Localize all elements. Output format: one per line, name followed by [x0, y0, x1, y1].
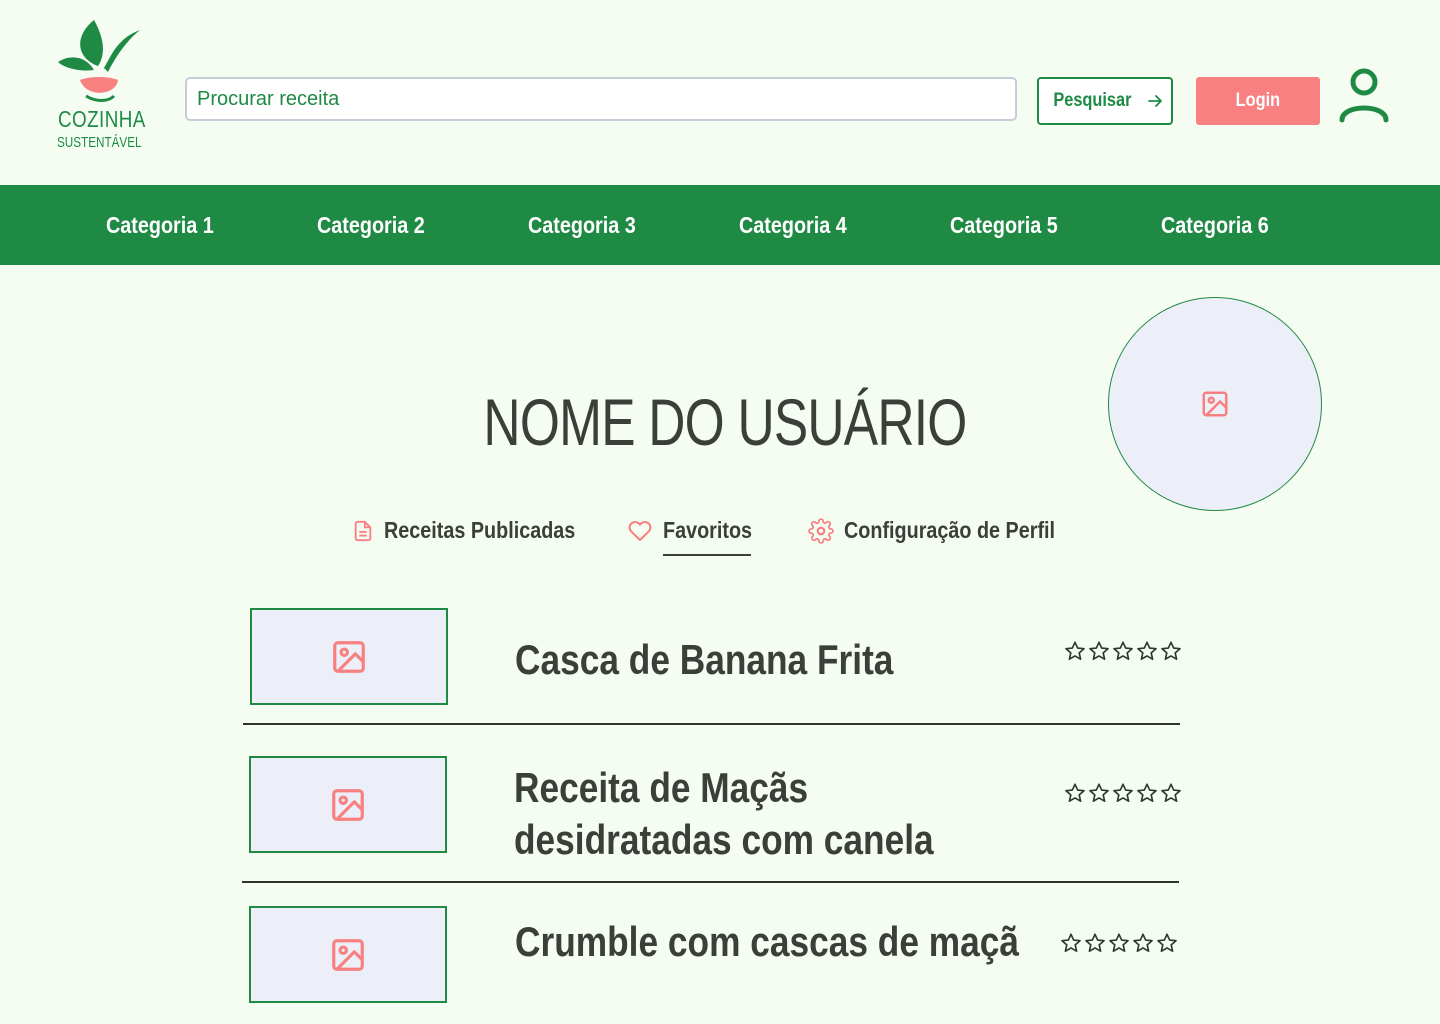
- active-tab-indicator: [663, 554, 751, 556]
- star-outline-icon[interactable]: [1160, 640, 1182, 662]
- tab-profile-settings-label: Configuração de Perfil: [844, 517, 1056, 543]
- recipe-title[interactable]: Receita de Maçãs desidratadas com canela: [514, 762, 951, 866]
- recipe-title[interactable]: Crumble com cascas de maçã: [515, 916, 1036, 968]
- recipe-title[interactable]: Casca de Banana Frita: [515, 634, 1036, 686]
- search-input[interactable]: [185, 77, 1017, 121]
- logo-text-line2: SUSTENTÁVEL: [57, 134, 142, 151]
- recipe-thumbnail[interactable]: [249, 906, 447, 1003]
- nav-category-3[interactable]: Categoria 3: [528, 185, 636, 265]
- image-placeholder-icon: [332, 938, 364, 971]
- star-outline-icon[interactable]: [1088, 640, 1110, 662]
- user-icon[interactable]: [1338, 66, 1390, 124]
- profile-avatar[interactable]: [1108, 297, 1322, 511]
- nav-category-5[interactable]: Categoria 5: [950, 185, 1058, 265]
- search-button-label: Pesquisar: [1052, 90, 1132, 111]
- star-outline-icon[interactable]: [1112, 640, 1134, 662]
- tab-favorites-label: Favoritos: [663, 517, 753, 543]
- star-rating[interactable]: [1060, 932, 1178, 954]
- star-outline-icon[interactable]: [1064, 640, 1086, 662]
- login-button-label: Login: [1235, 90, 1281, 111]
- login-button[interactable]: Login: [1196, 77, 1320, 125]
- nav-category-1[interactable]: Categoria 1: [106, 185, 214, 265]
- star-outline-icon[interactable]: [1088, 782, 1110, 804]
- tab-profile-settings[interactable]: Configuração de Perfil: [808, 517, 1089, 544]
- star-outline-icon[interactable]: [1156, 932, 1178, 954]
- star-outline-icon[interactable]: [1064, 782, 1086, 804]
- document-icon: [354, 520, 372, 541]
- nav-category-2[interactable]: Categoria 2: [317, 185, 425, 265]
- row-divider: [242, 881, 1179, 883]
- heart-icon: [628, 520, 652, 541]
- image-placeholder-icon: [1202, 391, 1228, 417]
- star-outline-icon[interactable]: [1136, 782, 1158, 804]
- star-outline-icon[interactable]: [1160, 782, 1182, 804]
- star-outline-icon[interactable]: [1112, 782, 1134, 804]
- category-nav: Categoria 1 Categoria 2 Categoria 3 Cate…: [0, 185, 1440, 265]
- star-outline-icon[interactable]: [1132, 932, 1154, 954]
- nav-category-4[interactable]: Categoria 4: [739, 185, 847, 265]
- star-rating[interactable]: [1064, 782, 1182, 804]
- recipe-thumbnail[interactable]: [249, 756, 447, 853]
- tab-favorites[interactable]: Favoritos: [627, 517, 767, 544]
- image-placeholder-icon: [332, 788, 364, 821]
- tab-published-recipes[interactable]: Receitas Publicadas: [352, 517, 606, 544]
- nav-category-6[interactable]: Categoria 6: [1161, 185, 1269, 265]
- star-outline-icon[interactable]: [1108, 932, 1130, 954]
- star-outline-icon[interactable]: [1060, 932, 1082, 954]
- star-outline-icon[interactable]: [1084, 932, 1106, 954]
- star-rating[interactable]: [1064, 640, 1182, 662]
- recipe-thumbnail[interactable]: [250, 608, 448, 705]
- gear-icon: [808, 517, 834, 544]
- star-outline-icon[interactable]: [1136, 640, 1158, 662]
- search-button[interactable]: Pesquisar: [1037, 77, 1173, 125]
- tab-published-recipes-label: Receitas Publicadas: [384, 517, 576, 543]
- image-placeholder-icon: [333, 640, 365, 673]
- row-divider: [243, 723, 1180, 725]
- logo-text-line1: COZINHA: [58, 106, 146, 132]
- arrow-right-icon: [1148, 95, 1163, 107]
